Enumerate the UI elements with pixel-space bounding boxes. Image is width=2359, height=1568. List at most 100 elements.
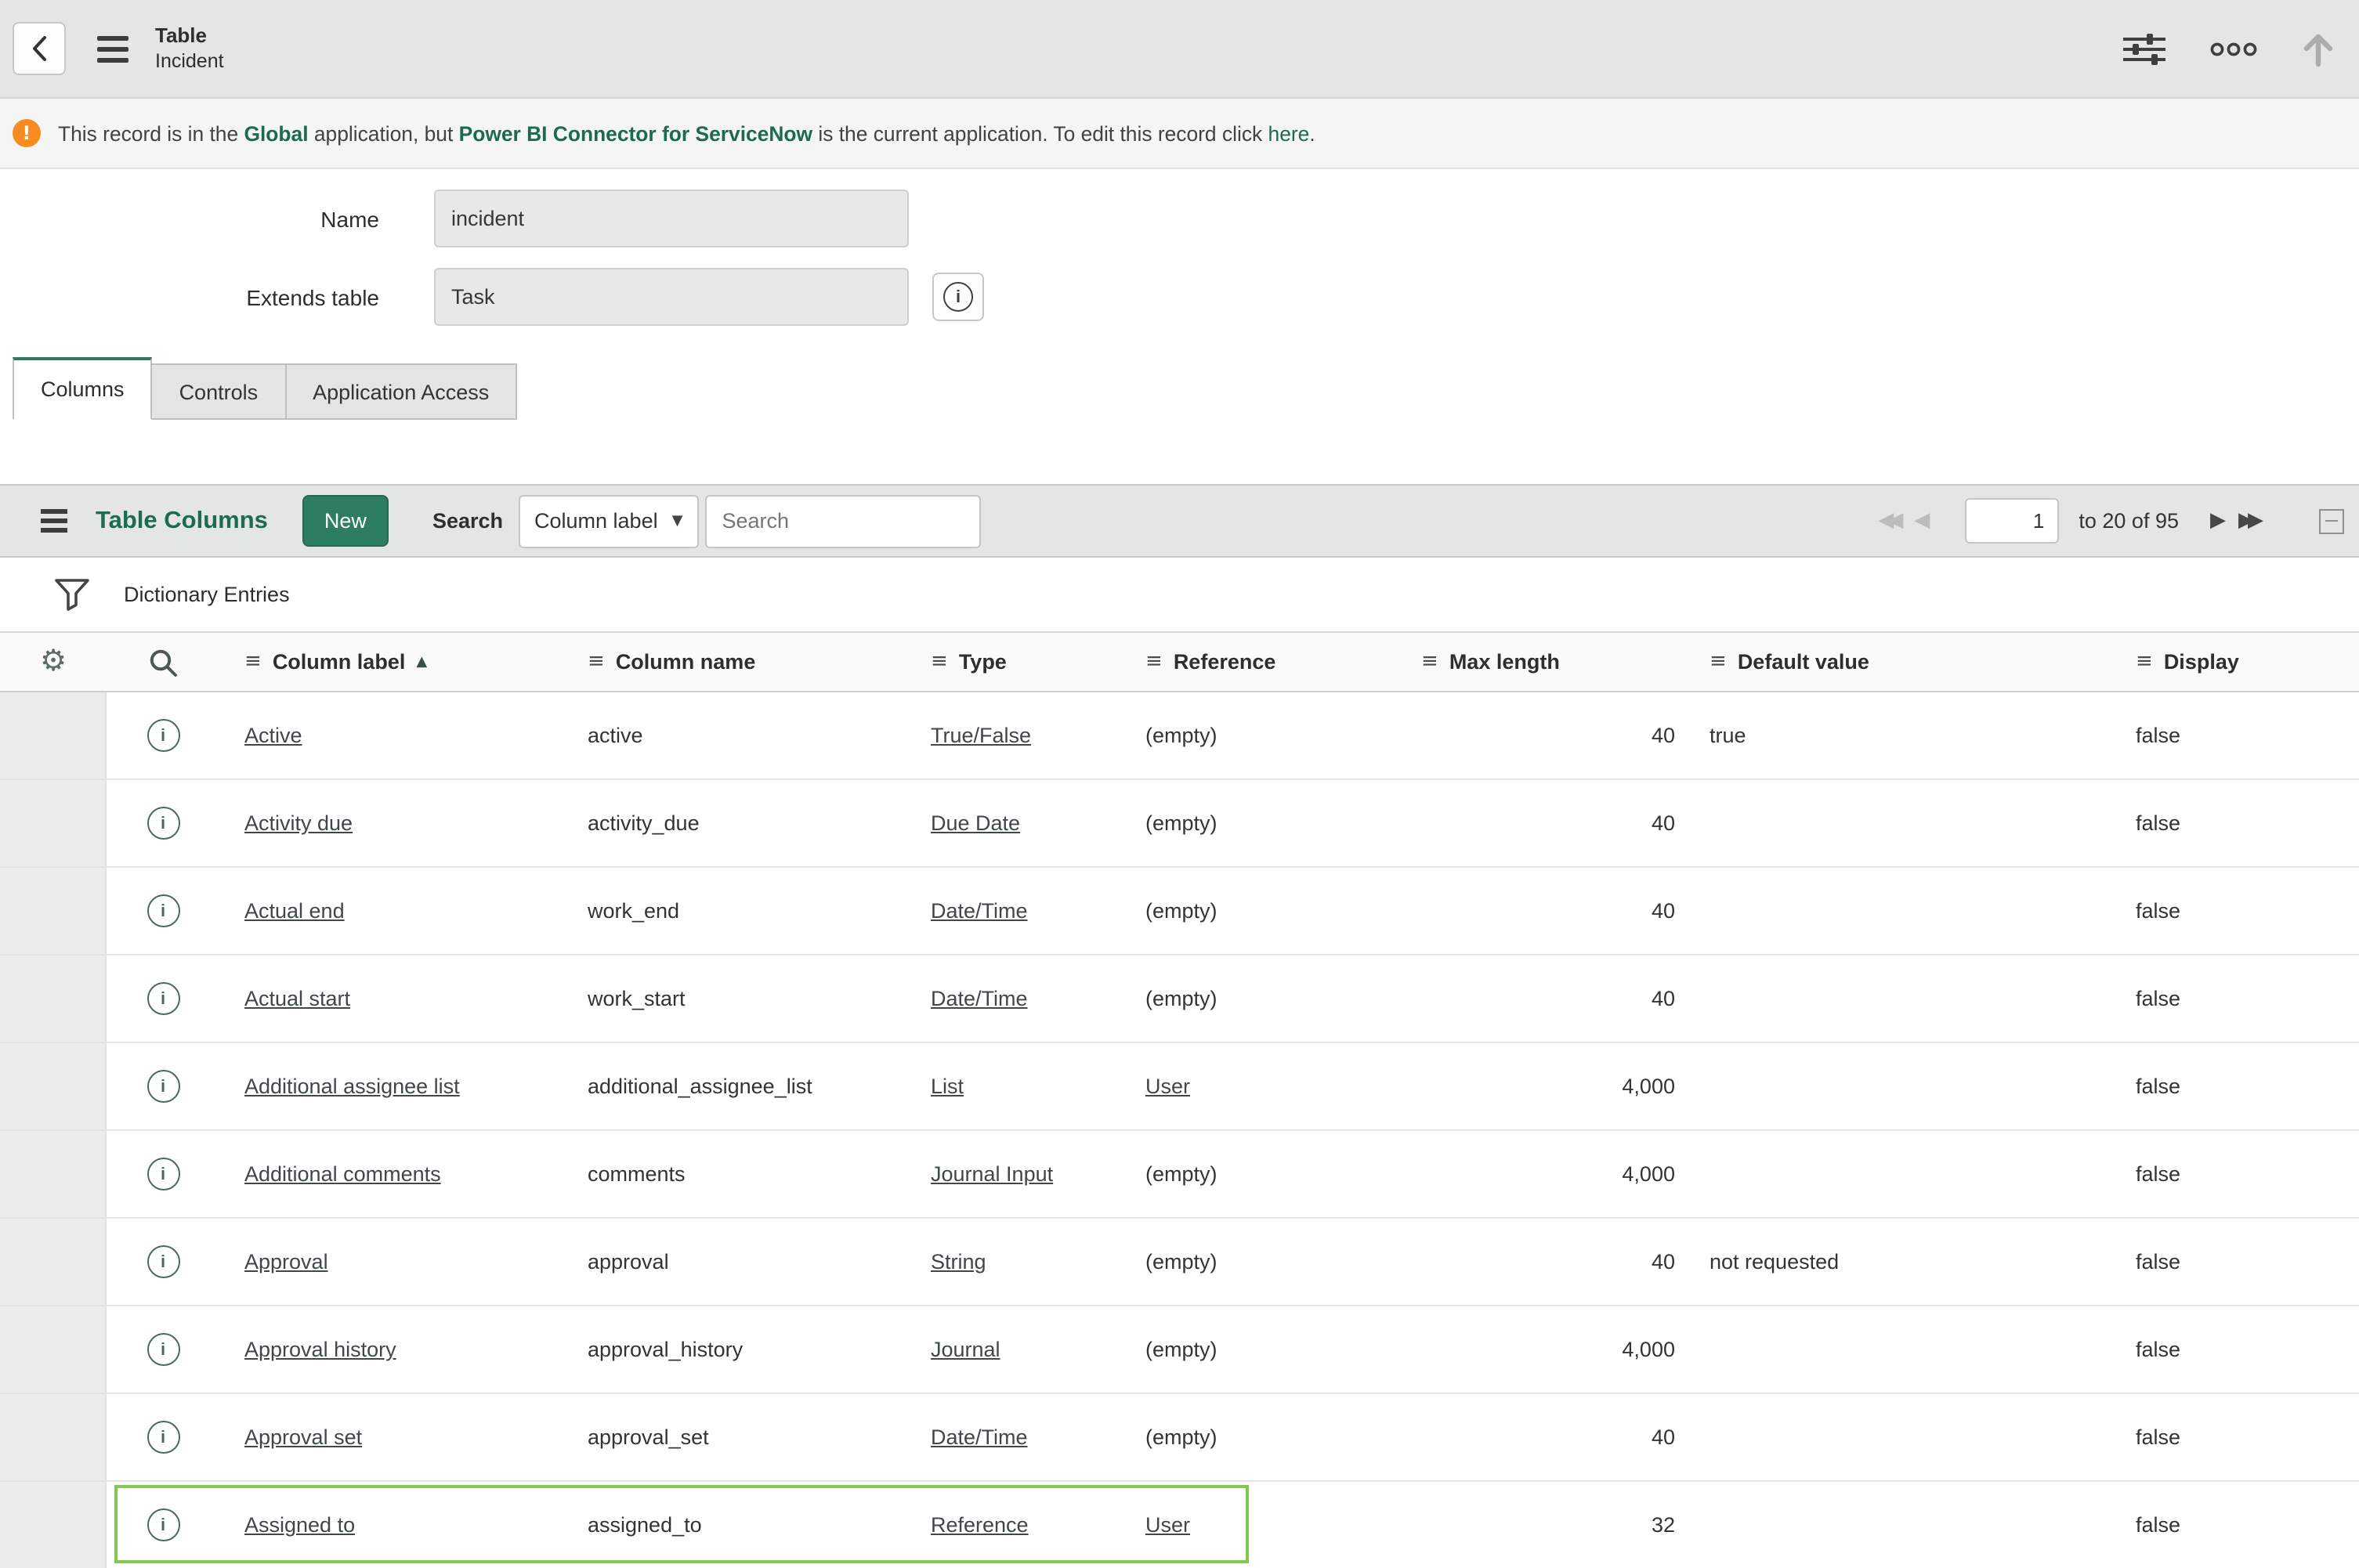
max-length-cell: 4,000: [1365, 1162, 1694, 1186]
column-name-cell: active: [567, 724, 915, 747]
row-info-icon[interactable]: i: [147, 982, 179, 1015]
type-link[interactable]: Journal Input: [931, 1162, 1053, 1186]
type-link[interactable]: Date/Time: [931, 899, 1028, 923]
column-label-link[interactable]: Active: [244, 724, 302, 747]
column-label-link[interactable]: Approval: [244, 1250, 328, 1274]
row-gutter: [0, 1306, 107, 1393]
row-gutter: [0, 868, 107, 954]
next-page-icon[interactable]: ▶: [2204, 506, 2232, 536]
row-gutter: [0, 692, 107, 779]
row-info-icon[interactable]: i: [147, 894, 179, 927]
column-name-cell: work_start: [567, 987, 915, 1010]
column-label-link[interactable]: Approval set: [244, 1425, 362, 1449]
max-length-cell: 40: [1365, 811, 1694, 835]
column-header-column-name[interactable]: ≡ Column name: [567, 650, 915, 674]
column-label-link[interactable]: Actual start: [244, 987, 350, 1010]
reference-cell[interactable]: User: [1145, 1513, 1190, 1537]
tab-bar: Columns Controls Application Access: [13, 357, 2359, 420]
page-number-input[interactable]: [1964, 498, 2058, 544]
max-length-cell: 40: [1365, 724, 1694, 747]
display-cell: false: [2123, 987, 2359, 1010]
list-body: i Active active True/False (empty) 40 tr…: [0, 692, 2359, 1568]
column-header-default-value[interactable]: ≡ Default value: [1694, 650, 2123, 674]
scroll-to-top-arrow-icon[interactable]: [2298, 27, 2337, 70]
row-info-icon[interactable]: i: [147, 1421, 179, 1454]
previous-page-icon[interactable]: ◀: [1908, 506, 1936, 536]
collapse-list-icon[interactable]: [2318, 509, 2343, 534]
type-link[interactable]: Journal: [931, 1338, 1000, 1361]
display-cell: false: [2123, 1250, 2359, 1274]
column-label-link[interactable]: Approval history: [244, 1338, 396, 1361]
search-field-select[interactable]: Column label ▼: [519, 494, 698, 547]
column-name-cell: approval_history: [567, 1338, 915, 1361]
first-page-icon[interactable]: ◀◀: [1872, 506, 1908, 536]
type-link[interactable]: Date/Time: [931, 1425, 1028, 1449]
column-name-cell: approval_set: [567, 1425, 915, 1449]
row-info-icon[interactable]: i: [147, 719, 179, 752]
banner-text: This record is in the Global application…: [58, 121, 1315, 145]
row-gutter: [0, 780, 107, 866]
gear-icon[interactable]: ⚙: [40, 647, 67, 677]
row-gutter: [0, 956, 107, 1042]
last-page-icon[interactable]: ▶▶: [2232, 506, 2268, 536]
column-label-link[interactable]: Actual end: [244, 899, 345, 923]
search-field-selected-value: Column label: [534, 509, 658, 533]
list-header-row: ⚙ ≡ Column label ▲ ≡ Column name ≡ Type …: [0, 631, 2359, 692]
extends-table-input[interactable]: [434, 268, 909, 326]
column-header-reference[interactable]: ≡ Reference: [1130, 650, 1365, 674]
name-input[interactable]: [434, 190, 909, 247]
display-cell: false: [2123, 899, 2359, 923]
row-info-icon[interactable]: i: [147, 1070, 179, 1103]
column-header-display[interactable]: ≡ Display: [2123, 650, 2359, 674]
column-header-max-length[interactable]: ≡ Max length: [1365, 650, 1694, 674]
type-link[interactable]: Reference: [931, 1513, 1029, 1537]
table-row: i Approval set approval_set Date/Time (e…: [0, 1394, 2359, 1482]
extends-table-info-button[interactable]: i: [932, 273, 984, 321]
row-info-icon[interactable]: i: [147, 1508, 179, 1541]
more-options-icon[interactable]: [2205, 37, 2260, 60]
reference-cell: (empty): [1145, 1338, 1217, 1361]
list-pagination: ◀◀ ◀ to 20 of 95 ▶ ▶▶: [1872, 498, 2268, 544]
type-link[interactable]: True/False: [931, 724, 1031, 747]
column-name-cell: additional_assignee_list: [567, 1075, 915, 1098]
column-menu-icon: ≡: [1145, 650, 1163, 674]
new-button[interactable]: New: [302, 495, 389, 547]
type-link[interactable]: Date/Time: [931, 987, 1028, 1010]
column-header-type[interactable]: ≡ Type: [915, 650, 1130, 674]
row-info-icon[interactable]: i: [147, 807, 179, 840]
record-form: Name Extends table i: [0, 169, 2359, 326]
reference-cell: (empty): [1145, 1425, 1217, 1449]
row-info-icon[interactable]: i: [147, 1245, 179, 1278]
row-gutter: [0, 1131, 107, 1217]
table-row: i Actual end work_end Date/Time (empty) …: [0, 868, 2359, 956]
tab-columns[interactable]: Columns: [13, 357, 153, 420]
table-row: i Approval approval String (empty) 40 no…: [0, 1219, 2359, 1306]
column-label-link[interactable]: Activity due: [244, 811, 353, 835]
type-link[interactable]: String: [931, 1250, 986, 1274]
list-search-input[interactable]: [704, 494, 980, 547]
row-info-icon[interactable]: i: [147, 1158, 179, 1190]
row-info-icon[interactable]: i: [147, 1333, 179, 1366]
form-context-menu-icon[interactable]: [91, 29, 135, 68]
tab-application-access[interactable]: Application Access: [286, 363, 517, 420]
reference-cell[interactable]: User: [1145, 1075, 1190, 1098]
max-length-cell: 40: [1365, 987, 1694, 1010]
type-link[interactable]: List: [931, 1075, 964, 1098]
column-label-link[interactable]: Additional comments: [244, 1162, 441, 1186]
list-context-menu-icon[interactable]: [31, 500, 77, 542]
type-link[interactable]: Due Date: [931, 811, 1020, 835]
column-menu-icon: ≡: [931, 650, 948, 674]
record-header-bar: Table Incident: [0, 0, 2359, 99]
reference-cell: (empty): [1145, 1162, 1217, 1186]
row-gutter: [0, 1043, 107, 1129]
back-button[interactable]: [13, 22, 66, 75]
tab-controls[interactable]: Controls: [153, 363, 287, 420]
funnel-icon[interactable]: [52, 574, 92, 615]
edit-record-here-link[interactable]: here: [1268, 121, 1310, 145]
column-label-link[interactable]: Additional assignee list: [244, 1075, 460, 1098]
sort-ascending-icon: ▲: [416, 654, 427, 670]
column-header-column-label[interactable]: ≡ Column label ▲: [219, 650, 567, 674]
column-search-icon[interactable]: [147, 646, 179, 677]
column-label-link[interactable]: Assigned to: [244, 1513, 355, 1537]
personalize-sliders-icon[interactable]: [2119, 29, 2168, 68]
